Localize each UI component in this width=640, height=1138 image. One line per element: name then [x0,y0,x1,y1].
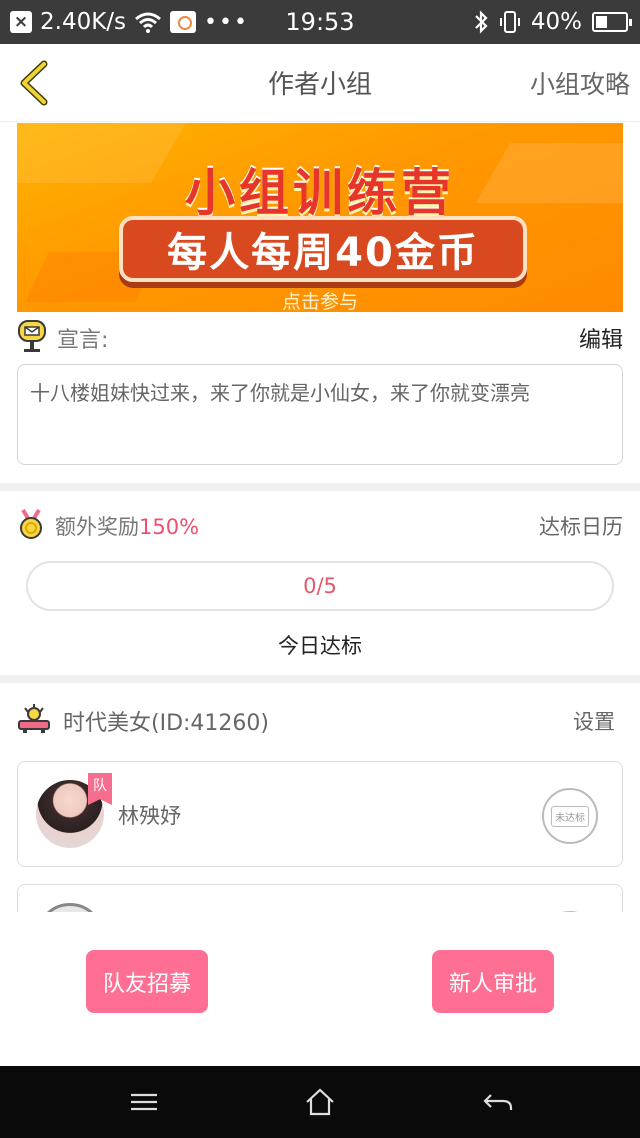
bonus-label: 额外奖励150% [55,511,199,541]
section-divider [0,483,640,491]
approve-newcomers-button[interactable]: 新人审批 [432,950,554,1013]
edit-declaration-button[interactable]: 编辑 [579,322,623,354]
home-icon[interactable] [303,1086,337,1118]
recruit-teammates-button[interactable]: 队友招募 [86,950,208,1013]
close-notification-icon: × [10,11,32,33]
app-header: 作者小组 小组攻略 [0,44,640,122]
vibrate-icon [499,10,521,34]
banner-cta[interactable]: 点击参与 [17,287,623,312]
network-speed: 2.40K/s [40,9,127,35]
training-camp-banner[interactable]: 小组训练营 每人每周40金币 点击参与 [17,123,623,312]
system-navigation-bar [0,1066,640,1138]
team-settings-link[interactable]: 设置 [573,706,623,736]
bonus-header: 额外奖励150% 达标日历 [17,504,623,548]
team-header: 时代美女(ID:41260) 设置 [17,699,623,743]
team-icon [17,704,51,738]
more-dots-icon: ••• [204,9,249,35]
banner-headline: 小组训练营 [185,164,455,222]
banner-pill-text: 每人每周40金币 [167,230,479,276]
member-name: 林殃妤 [118,804,181,828]
today-target-label: 今日达标 [278,634,362,658]
back-nav-icon[interactable] [481,1086,515,1118]
bonus-percent: 150% [139,515,200,539]
menu-icon[interactable] [127,1086,161,1118]
daily-progress-bar: 0/5 [26,561,614,611]
gallery-icon [170,11,197,33]
banner-pill: 每人每周40金币 [119,216,527,282]
battery-icon [592,12,632,32]
declaration-header: 宣言: 编辑 [17,318,623,358]
medal-icon [17,508,45,544]
action-bar: 队友招募 新人审批 [0,912,640,1066]
declaration-label: 宣言: [57,328,109,353]
not-achieved-stamp-icon: 未达标 [542,788,598,844]
progress-text: 0/5 [303,574,337,598]
status-bar: × 2.40K/s ••• 19:53 40% [0,0,640,44]
status-stamp-text: 未达标 [551,805,589,827]
wifi-icon [134,11,162,33]
chevron-left-icon [20,60,48,106]
achievement-calendar-link[interactable]: 达标日历 [539,511,623,541]
member-card[interactable]: 队 林殃妤 未达标 [17,761,623,867]
bonus-label-text: 额外奖励 [55,515,139,539]
bluetooth-icon [473,10,489,34]
back-button[interactable] [14,60,58,106]
group-guide-link[interactable]: 小组攻略 [530,65,630,101]
team-name: 时代美女(ID:41260) [63,711,269,736]
declaration-text: 十八楼姐妹快过来，来了你就是小仙女，来了你就变漂亮 [17,364,623,465]
battery-percent: 40% [530,9,582,35]
section-divider [0,675,640,683]
mailbox-icon [17,319,47,357]
